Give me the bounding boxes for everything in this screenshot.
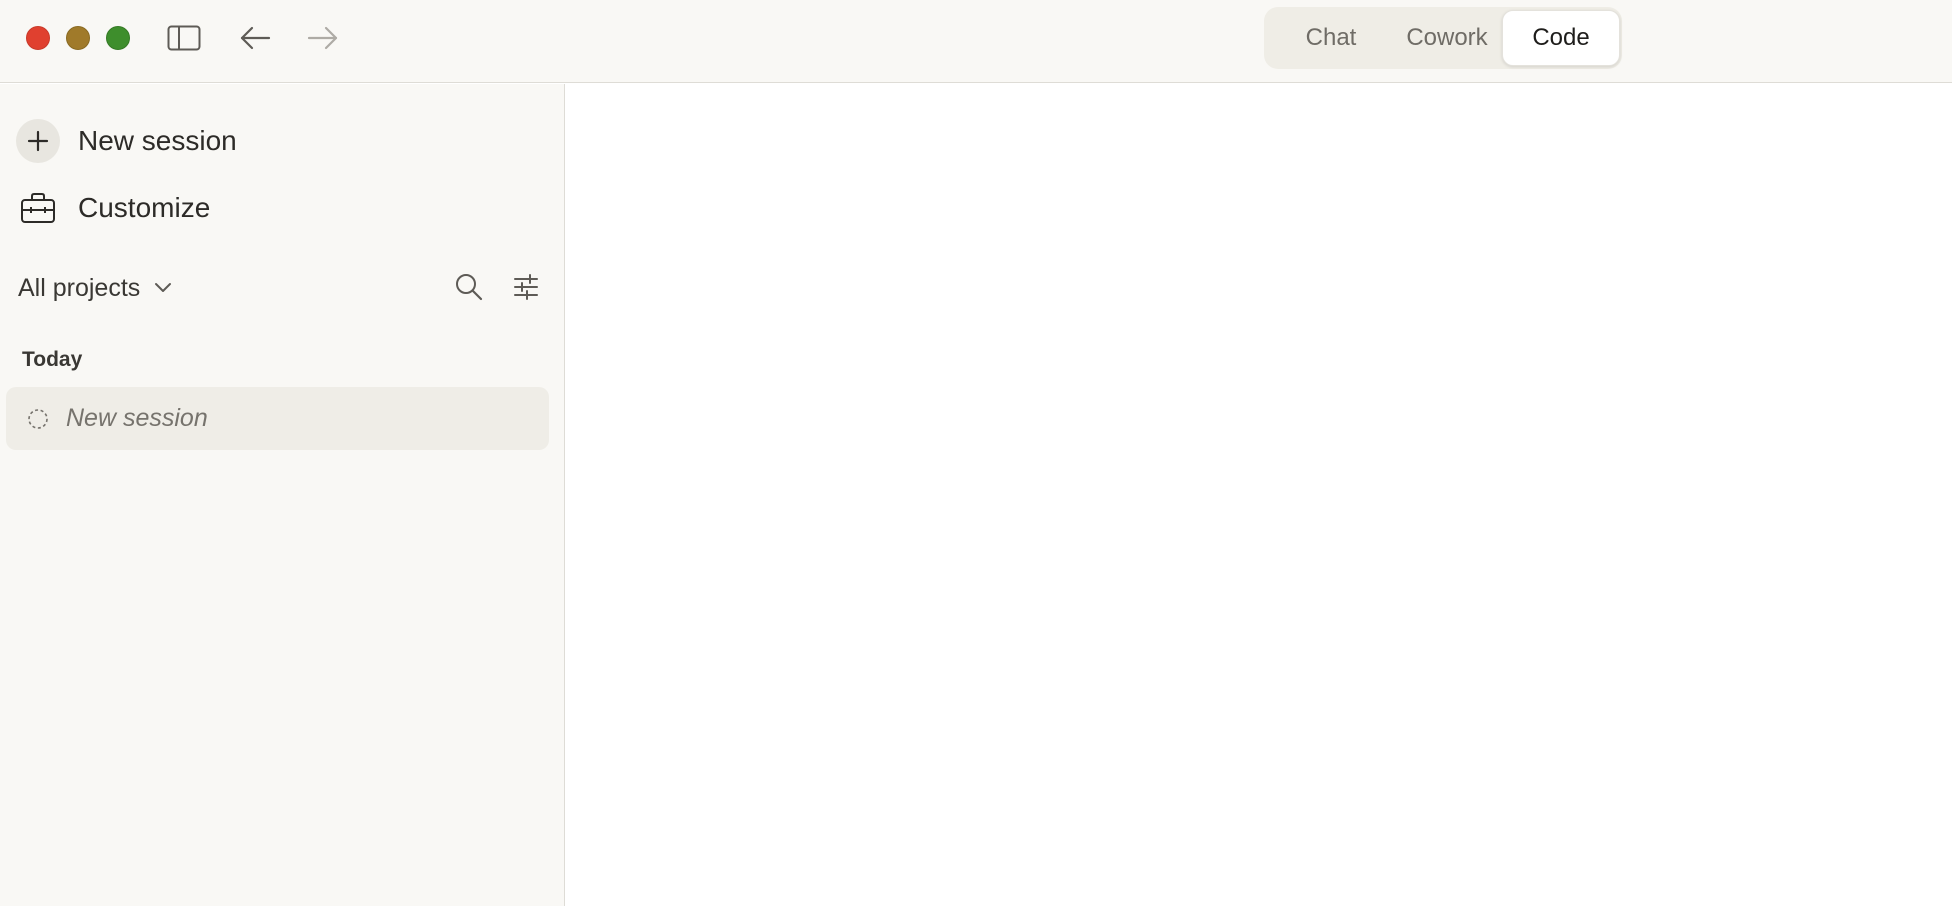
dashed-circle-icon: [26, 407, 50, 431]
session-title: New session: [66, 404, 208, 432]
minimize-window-button[interactable]: [66, 26, 90, 50]
tab-chat[interactable]: Chat: [1274, 10, 1388, 66]
mode-switcher: Chat Cowork Code: [1264, 7, 1622, 69]
section-heading-today: Today: [22, 348, 83, 371]
forward-arrow-icon[interactable]: [306, 22, 340, 54]
chevron-down-icon: [154, 282, 172, 294]
plus-icon: [16, 119, 60, 163]
sliders-icon[interactable]: [509, 270, 543, 304]
main-content-area: [566, 84, 1952, 906]
sidebar-toggle-icon[interactable]: [166, 24, 201, 52]
session-list-item[interactable]: New session: [6, 387, 549, 450]
customize-label: Customize: [78, 192, 211, 223]
tab-code[interactable]: Code: [1502, 10, 1620, 66]
toolbox-icon: [20, 192, 56, 224]
project-filter-label: All projects: [18, 273, 141, 302]
customize-button[interactable]: Customize: [20, 188, 210, 228]
new-session-button[interactable]: New session: [16, 118, 237, 164]
close-window-button[interactable]: [26, 26, 50, 50]
tab-cowork[interactable]: Cowork: [1388, 10, 1506, 66]
zoom-window-button[interactable]: [106, 26, 130, 50]
back-arrow-icon[interactable]: [238, 22, 272, 54]
search-icon[interactable]: [452, 270, 486, 304]
sidebar: New session Customize All projects Today…: [0, 84, 565, 906]
title-bar: Chat Cowork Code: [0, 0, 1952, 83]
project-filter-dropdown[interactable]: All projects: [18, 270, 172, 306]
new-session-label: New session: [78, 125, 237, 156]
